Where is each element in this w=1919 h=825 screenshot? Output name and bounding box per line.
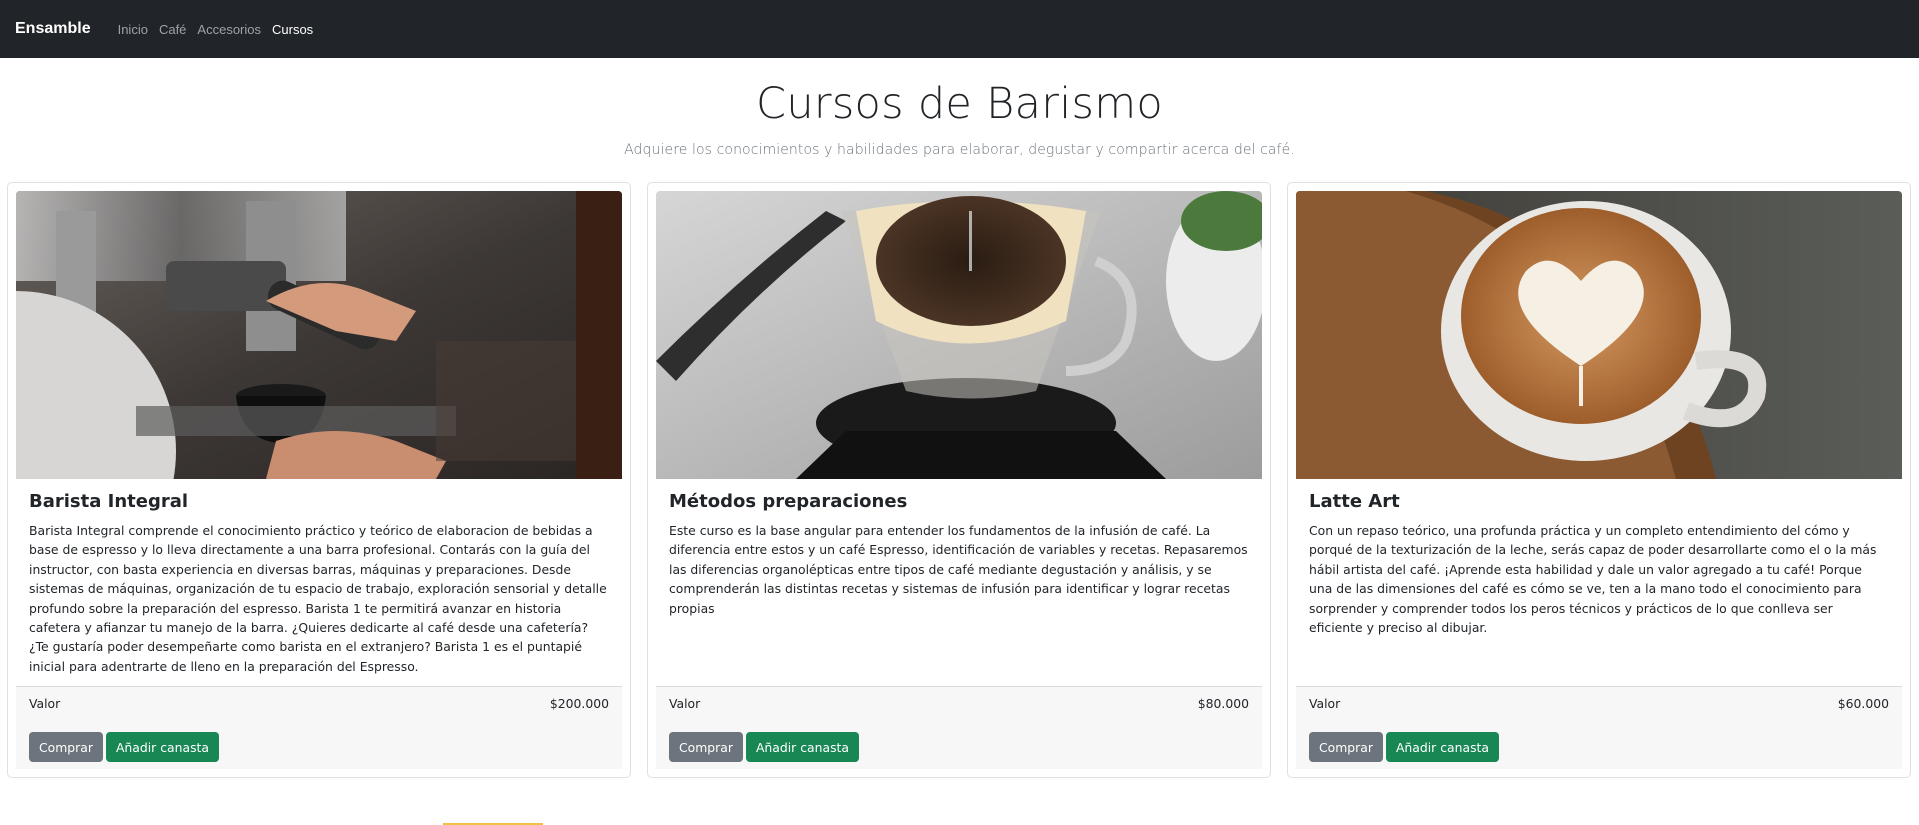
course-title: Métodos preparaciones: [669, 491, 908, 512]
add-to-cart-button[interactable]: Añadir canasta: [105, 732, 219, 762]
course-image-espresso-machine: [16, 191, 622, 479]
page-subtitle: Adquiere los conocimientos y habilidades…: [624, 142, 1295, 158]
price-row: Valor $200.000: [29, 696, 609, 712]
card-body: Métodos preparaciones Este curso es la b…: [656, 479, 1262, 670]
course-description: Este curso es la base angular para enten…: [669, 523, 1248, 616]
price-value: $200.000: [549, 696, 609, 711]
card-footer: Valor $60.000 Comprar Añadir canasta: [1296, 686, 1902, 769]
price-value: $80.000: [1197, 696, 1249, 711]
course-description: Barista Integral comprende el conocimien…: [29, 523, 607, 674]
course-title: Latte Art: [1309, 491, 1400, 512]
navbar: Ensamble Inicio Café Accesorios Cursos: [0, 0, 1919, 58]
course-image-latte-art: [1296, 191, 1902, 479]
course-image-pour-over: [656, 191, 1262, 479]
price-label: Valor: [29, 696, 61, 711]
course-card-barista-integral: Barista Integral Barista Integral compre…: [7, 182, 631, 778]
button-group: Comprar Añadir canasta: [669, 732, 859, 762]
course-description: Con un repaso teórico, una profunda prác…: [1309, 523, 1877, 636]
price-label: Valor: [1309, 696, 1341, 711]
price-row: Valor $80.000: [669, 696, 1249, 712]
add-to-cart-button[interactable]: Añadir canasta: [1385, 732, 1499, 762]
buy-button[interactable]: Comprar: [1309, 732, 1383, 762]
course-card-latte-art: Latte Art Con un repaso teórico, una pro…: [1287, 182, 1911, 778]
price-value: $60.000: [1837, 696, 1889, 711]
add-to-cart-button[interactable]: Añadir canasta: [745, 732, 859, 762]
course-card-metodos-preparaciones: Métodos preparaciones Este curso es la b…: [647, 182, 1271, 778]
card-footer: Valor $200.000 Comprar Añadir canasta: [16, 686, 622, 769]
page-title: Cursos de Barismo: [756, 79, 1163, 129]
price-label: Valor: [669, 696, 701, 711]
buy-button[interactable]: Comprar: [669, 732, 743, 762]
nav-link-cursos[interactable]: Cursos: [272, 22, 313, 37]
button-group: Comprar Añadir canasta: [29, 732, 219, 762]
hero: Cursos de Barismo Adquiere los conocimie…: [0, 78, 1919, 158]
brand-logo[interactable]: Ensamble: [15, 20, 91, 38]
course-title: Barista Integral: [29, 491, 189, 512]
button-group: Comprar Añadir canasta: [1309, 732, 1499, 762]
card-footer: Valor $80.000 Comprar Añadir canasta: [656, 686, 1262, 769]
buy-button[interactable]: Comprar: [29, 732, 103, 762]
card-body: Barista Integral Barista Integral compre…: [16, 479, 622, 674]
nav-link-accesorios[interactable]: Accesorios: [197, 22, 261, 37]
nav-link-inicio[interactable]: Inicio: [118, 22, 148, 37]
nav-link-cafe[interactable]: Café: [159, 22, 186, 37]
card-body: Latte Art Con un repaso teórico, una pro…: [1296, 479, 1902, 670]
course-cards: Barista Integral Barista Integral compre…: [7, 182, 1912, 778]
price-row: Valor $60.000: [1309, 696, 1889, 712]
